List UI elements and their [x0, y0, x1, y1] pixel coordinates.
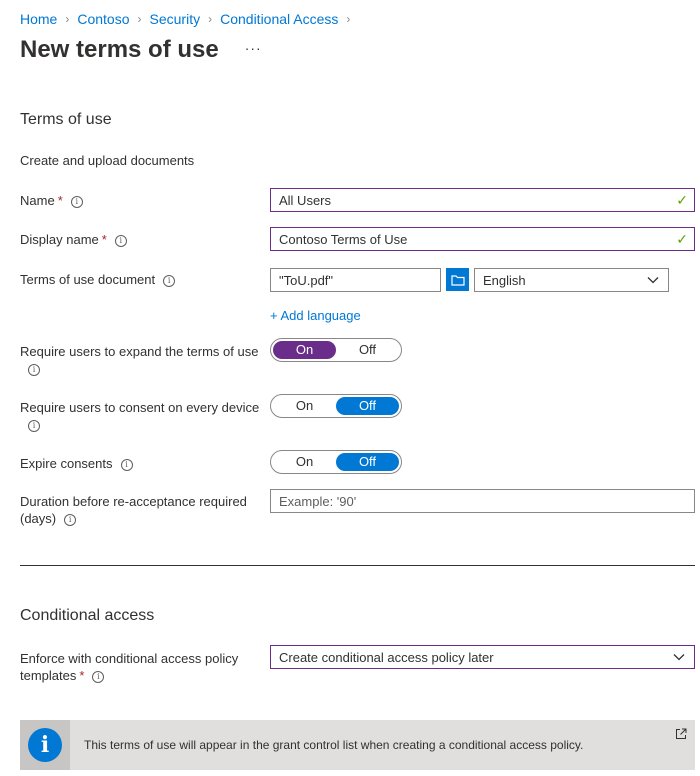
info-icon[interactable]: i — [92, 670, 105, 683]
duration-label: Duration before re-acceptance required (… — [20, 493, 260, 527]
chevron-right-icon: › — [346, 12, 351, 26]
expire-off-option[interactable]: Off — [336, 453, 399, 471]
enforce-label-text: Enforce with conditional access policy t… — [20, 651, 239, 683]
info-icon[interactable]: i — [28, 419, 40, 432]
display-name-input[interactable]: Contoso Terms of Use ✓ — [270, 227, 695, 251]
check-icon: ✓ — [676, 192, 688, 208]
info-banner: i This terms of use will appear in the g… — [20, 720, 695, 770]
expire-on-option[interactable]: On — [273, 453, 336, 471]
doc-label-text: Terms of use document — [20, 272, 156, 287]
folder-icon[interactable] — [446, 268, 469, 291]
info-icon[interactable]: i — [163, 274, 176, 287]
chevron-down-icon — [673, 654, 685, 661]
language-value: English — [483, 272, 526, 288]
enforce-policy-value: Create conditional access policy later — [279, 649, 494, 665]
expand-off-option[interactable]: Off — [336, 341, 399, 359]
device-label-text: Require users to consent on every device — [20, 400, 260, 415]
add-language-link[interactable]: + Add language — [270, 308, 361, 323]
required-marker: * — [57, 193, 63, 208]
chevron-down-icon — [647, 277, 659, 284]
document-file-value: "ToU.pdf" — [279, 272, 334, 288]
expand-label: Require users to expand the terms of use… — [20, 343, 260, 377]
required-marker: * — [101, 232, 107, 247]
page-title: New terms of use — [20, 36, 219, 63]
chevron-right-icon: › — [137, 12, 142, 26]
breadcrumb-security[interactable]: Security — [150, 11, 201, 27]
device-label: Require users to consent on every device… — [20, 399, 260, 433]
banner-icon-container: i — [20, 720, 70, 770]
doc-label: Terms of use document i — [20, 271, 260, 288]
info-icon[interactable]: i — [120, 458, 133, 471]
banner-text: This terms of use will appear in the gra… — [84, 738, 584, 752]
breadcrumb-conditional-access[interactable]: Conditional Access — [220, 11, 338, 27]
section-title-conditional-access: Conditional access — [20, 607, 155, 624]
language-dropdown[interactable]: English — [474, 268, 669, 292]
name-input-value: All Users — [279, 192, 332, 208]
name-label: Name * i — [20, 192, 260, 209]
section-subtitle: Create and upload documents — [20, 153, 195, 168]
title-row: New terms of use ··· — [20, 36, 262, 64]
device-toggle[interactable]: On Off — [270, 394, 402, 418]
expire-toggle[interactable]: On Off — [270, 450, 402, 474]
device-on-option[interactable]: On — [273, 397, 336, 415]
display-name-label-text: Display name — [20, 232, 99, 247]
more-options-button[interactable]: ··· — [245, 40, 262, 56]
info-icon[interactable]: i — [114, 234, 127, 247]
enforce-policy-dropdown[interactable]: Create conditional access policy later — [270, 645, 695, 669]
required-marker: * — [79, 668, 85, 683]
external-link-icon[interactable] — [675, 728, 687, 740]
info-icon[interactable]: i — [28, 363, 40, 376]
info-icon[interactable]: i — [64, 513, 77, 526]
expand-label-text: Require users to expand the terms of use — [20, 344, 259, 359]
duration-label-text: Duration before re-acceptance required (… — [20, 494, 247, 526]
document-file-input[interactable]: "ToU.pdf" — [270, 268, 441, 292]
info-icon[interactable]: i — [70, 195, 83, 208]
name-input[interactable]: All Users ✓ — [270, 188, 695, 212]
breadcrumb-home[interactable]: Home — [20, 11, 57, 27]
display-name-input-value: Contoso Terms of Use — [279, 231, 408, 247]
expire-label: Expire consents i — [20, 455, 260, 472]
chevron-right-icon: › — [65, 12, 70, 26]
info-icon: i — [28, 728, 62, 762]
expand-toggle[interactable]: On Off — [270, 338, 402, 362]
duration-input[interactable]: Example: '90' — [270, 489, 695, 513]
name-label-text: Name — [20, 193, 55, 208]
expire-label-text: Expire consents — [20, 456, 113, 471]
section-divider — [20, 565, 695, 566]
check-icon: ✓ — [676, 231, 688, 247]
enforce-label: Enforce with conditional access policy t… — [20, 650, 255, 684]
expand-on-option[interactable]: On — [273, 341, 336, 359]
section-title-terms: Terms of use — [20, 111, 112, 128]
breadcrumb: Home › Contoso › Security › Conditional … — [20, 11, 358, 27]
device-off-option[interactable]: Off — [336, 397, 399, 415]
chevron-right-icon: › — [208, 12, 213, 26]
display-name-label: Display name * i — [20, 231, 260, 248]
breadcrumb-contoso[interactable]: Contoso — [77, 11, 129, 27]
duration-placeholder: Example: '90' — [279, 493, 357, 509]
